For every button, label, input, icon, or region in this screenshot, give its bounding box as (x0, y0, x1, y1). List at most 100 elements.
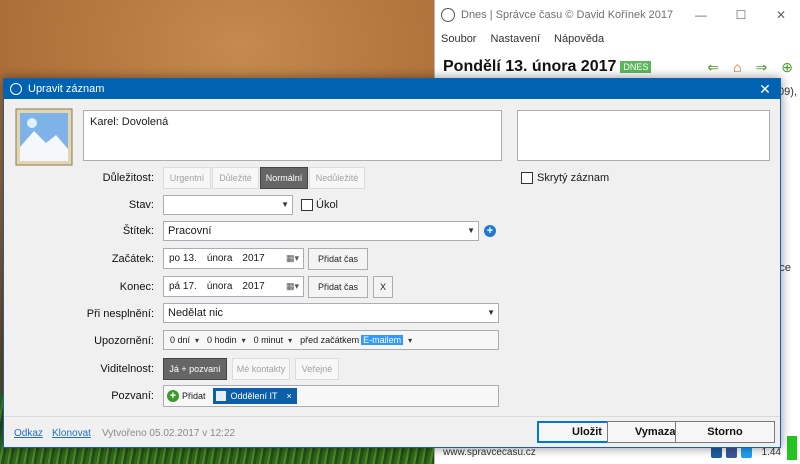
start-year: 2017 (242, 253, 265, 264)
arrow-right-icon[interactable]: ⇒ (756, 59, 768, 76)
created-info: Vytvořeno 05.02.2017 v 12:22 (102, 428, 236, 439)
status-label: Stav: (128, 199, 154, 211)
maximize-button[interactable]: ☐ (721, 8, 761, 22)
menu-napoveda[interactable]: Nápověda (554, 33, 604, 45)
start-month: února (206, 253, 233, 264)
task-checkbox[interactable] (301, 199, 313, 211)
reminder-hours[interactable]: 0 hodin (207, 335, 237, 345)
invite-chip: Oddělení IT × (212, 388, 297, 404)
chevron-down-icon: ▼ (467, 226, 475, 235)
chevron-down-icon: ▾ (288, 335, 293, 345)
end-month: února (206, 281, 233, 292)
info-icon[interactable] (710, 446, 722, 458)
visibility-my-contacts[interactable]: Mé kontakty (232, 358, 290, 380)
footer-divider (4, 416, 780, 417)
start-date-input[interactable]: po 13. února 2017 ▦▾ (163, 248, 304, 269)
note-text: Karel: Dovolená (90, 116, 169, 128)
reminder-row: 0 dní ▾ 0 hodin ▾ 0 minut ▾ před začátkem E… (163, 330, 499, 350)
arrow-left-icon[interactable]: ⇐ (707, 59, 719, 76)
hidden-record-checkbox-row[interactable]: Skrytý záznam (521, 172, 609, 184)
dialog-titlebar: Upravit záznam ✕ (4, 79, 780, 99)
menu-bar: Soubor Nastavení Nápověda (435, 30, 800, 48)
hidden-record-checkbox[interactable] (521, 172, 533, 184)
importance-important[interactable]: Důležité (212, 167, 259, 189)
picture-icon (15, 108, 73, 166)
visibility-public[interactable]: Veřejné (295, 358, 339, 380)
reminder-before[interactable]: před začátkem (300, 335, 359, 345)
menu-soubor[interactable]: Soubor (441, 33, 476, 45)
website-link[interactable]: www.spravcecasu.cz (443, 447, 536, 458)
invited-label: Pozvaní: (111, 390, 154, 402)
reminder-method[interactable]: E-mailem (361, 335, 404, 345)
on-fail-value: Nedělat nic (168, 307, 224, 319)
add-invite-button[interactable]: Přidat (182, 391, 206, 401)
on-fail-label: Při nesplnění: (86, 308, 154, 320)
facebook-icon[interactable] (725, 446, 737, 458)
chevron-down-icon: ▼ (487, 308, 495, 317)
chevron-down-icon: ▾ (241, 335, 246, 345)
version-label: 1.44 (761, 446, 781, 458)
tag-value: Pracovní (168, 225, 212, 237)
edit-record-dialog: Upravit záznam ✕ Karel: Dovolená Skrytý … (3, 78, 781, 448)
chevron-down-icon: ▼ (281, 200, 289, 209)
close-main-button[interactable]: ✕ (761, 8, 800, 22)
tag-label: Štítek: (122, 225, 154, 237)
twitter-icon[interactable] (740, 446, 752, 458)
status-select[interactable]: ▼ (163, 195, 293, 215)
calendar-icon[interactable]: ▦▾ (286, 281, 299, 292)
task-label: Úkol (316, 199, 339, 211)
start-add-time-button[interactable]: Přidat čas (308, 248, 368, 270)
end-add-time-button[interactable]: Přidat čas (308, 276, 368, 298)
task-checkbox-row[interactable]: Úkol (301, 199, 338, 211)
app-clock-icon (10, 83, 22, 95)
cancel-button[interactable]: Storno (675, 421, 775, 443)
end-day: pá 17. (169, 281, 197, 292)
link-klonovat[interactable]: Klonovat (52, 428, 91, 439)
reminder-minutes[interactable]: 0 minut (254, 335, 284, 345)
add-tag-icon[interactable]: + (484, 225, 496, 237)
link-odkaz[interactable]: Odkaz (14, 428, 43, 439)
partial-text: ce (779, 262, 791, 274)
chevron-down-icon: ▾ (408, 335, 413, 345)
visibility-me-invited[interactable]: Já + pozvaní (163, 358, 227, 380)
chevron-down-icon: ▾ (195, 335, 200, 345)
dialog-title: Upravit záznam (28, 83, 105, 95)
visibility-label: Viditelnost: (100, 363, 154, 375)
group-icon (215, 391, 226, 401)
menu-nastaveni[interactable]: Nastavení (490, 33, 540, 45)
main-window-title: Dnes | Správce času © David Kořínek 2017 (461, 9, 674, 21)
status-indicator (787, 436, 797, 460)
on-fail-select[interactable]: Nedělat nic ▼ (163, 303, 499, 323)
calendar-icon[interactable]: ▦▾ (286, 253, 299, 264)
importance-urgent[interactable]: Urgentní (163, 167, 211, 189)
note-textarea[interactable]: Karel: Dovolená (83, 110, 502, 161)
main-window-titlebar: Dnes | Správce času © David Kořínek 2017… (435, 0, 800, 30)
dialog-close-button[interactable]: ✕ (750, 81, 780, 98)
date-title: Pondělí 13. února 2017 (443, 58, 617, 75)
record-image[interactable] (14, 107, 74, 167)
start-label: Začátek: (111, 253, 154, 265)
end-label: Konec: (119, 281, 154, 293)
today-badge[interactable]: DNES (620, 61, 652, 73)
secondary-textarea[interactable] (517, 110, 770, 161)
reminder-days[interactable]: 0 dní (170, 335, 190, 345)
add-invite-icon[interactable]: + (167, 390, 179, 402)
date-header: Pondělí 13. února 2017 DNES ⇐ ⌂ ⇒ ⊕ (435, 48, 800, 76)
reminder-label: Upozornění: (94, 335, 154, 347)
hidden-record-label: Skrytý záznam (537, 172, 610, 184)
importance-unimportant[interactable]: Nedůležité (309, 167, 365, 189)
home-icon[interactable]: ⌂ (733, 59, 741, 76)
invite-chip-remove[interactable]: × (287, 391, 292, 401)
end-year: 2017 (242, 281, 265, 292)
minimize-button[interactable]: — (681, 8, 721, 22)
invited-field: + Přidat Oddělení IT × (163, 385, 499, 407)
invite-chip-label: Oddělení IT (230, 391, 278, 401)
end-clear-button[interactable]: X (373, 276, 393, 298)
importance-label: Důležitost: (102, 172, 154, 184)
importance-normal[interactable]: Normální (260, 167, 308, 189)
tag-select[interactable]: Pracovní ▼ (163, 221, 479, 241)
add-circle-icon[interactable]: ⊕ (781, 59, 793, 76)
end-date-input[interactable]: pá 17. února 2017 ▦▾ (163, 276, 304, 297)
app-clock-icon (441, 8, 455, 22)
start-day: po 13. (169, 253, 197, 264)
